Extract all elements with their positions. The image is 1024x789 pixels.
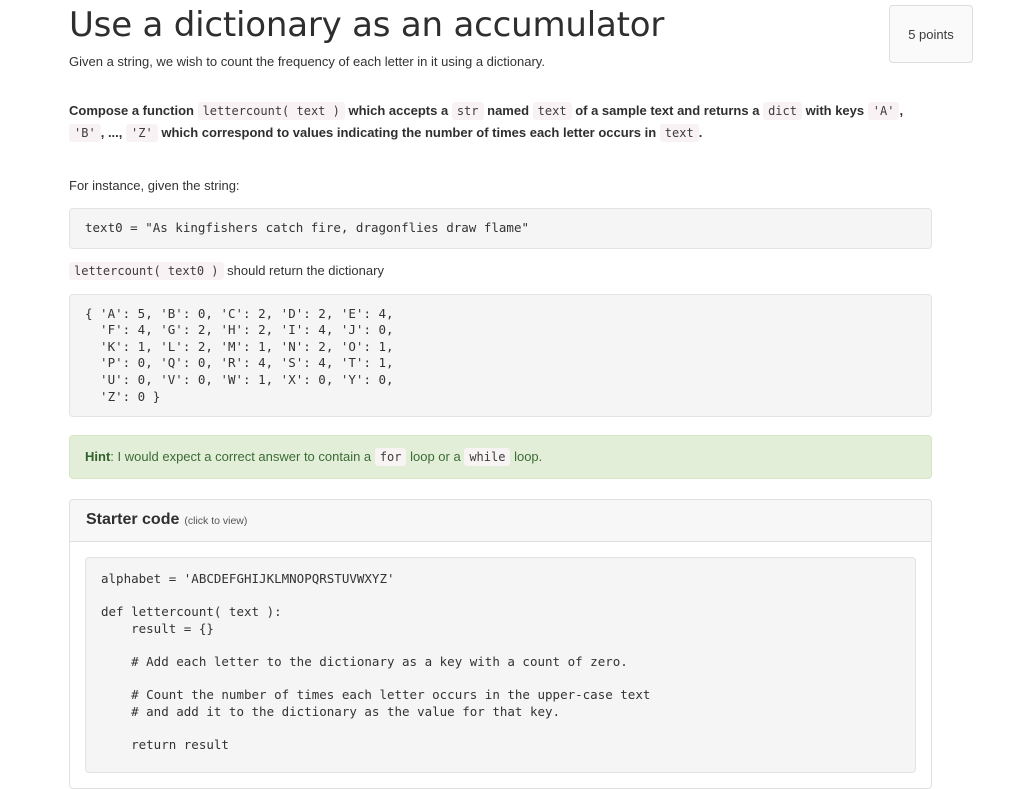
starter-code-panel-body: alphabet = 'ABCDEFGHIJKLMNOPQRSTUVWXYZ' … (70, 542, 931, 788)
statement-text-6: which correspond to values indicating th… (161, 125, 657, 140)
statement-text-2: which accepts a (348, 103, 449, 118)
dictionary-output-code-block: { 'A': 5, 'B': 0, 'C': 2, 'D': 2, 'E': 4… (69, 293, 932, 418)
inline-code-for: for (374, 448, 407, 467)
hint-text-3: loop. (514, 449, 543, 465)
problem-statement: Compose a function lettercount( text ) w… (69, 100, 932, 144)
inline-code-dict: dict (763, 102, 802, 120)
starter-code-block: alphabet = 'ABCDEFGHIJKLMNOPQRSTUVWXYZ' … (85, 557, 916, 773)
inline-code-text-2: text (659, 124, 699, 142)
statement-text-1: Compose a function (69, 103, 194, 118)
starter-code-panel-header[interactable]: Starter code (click to view) (70, 500, 931, 543)
inline-code-key-a: 'A' (867, 102, 900, 120)
hint-text-2: loop or a (410, 449, 461, 465)
for-instance-text: For instance, given the string: (69, 178, 240, 193)
points-badge-label: 5 points (908, 26, 954, 42)
statement-comma-1: , (899, 103, 904, 118)
sample-string-code-block: text0 = "As kingfishers catch fire, drag… (69, 208, 932, 249)
inline-code-text: text (532, 102, 572, 120)
hint-box: Hint: I would expect a correct answer to… (69, 435, 932, 480)
statement-text-4: of a sample text and returns a (575, 103, 760, 118)
statement-text-5: with keys (805, 103, 865, 118)
points-badge: 5 points (889, 5, 973, 63)
should-return-text: should return the dictionary (227, 262, 384, 278)
page-header: Use a dictionary as an accumulator Given… (69, 0, 973, 71)
hint-colon: : (110, 449, 114, 465)
should-return-line: lettercount( text0 ) should return the d… (69, 261, 932, 281)
statement-period: . (698, 125, 703, 140)
page-title: Use a dictionary as an accumulator (69, 5, 665, 45)
inline-code-lettercount-call: lettercount( text0 ) (69, 261, 224, 280)
inline-code-key-z: 'Z' (126, 124, 158, 142)
starter-code-click-to-view-note: (click to view) (184, 515, 248, 528)
statement-text-3: named (487, 103, 530, 118)
inline-code-key-b: 'B' (69, 124, 101, 142)
problem-page: Use a dictionary as an accumulator Given… (0, 0, 1024, 789)
inline-code-str: str (451, 102, 484, 120)
inline-code-while: while (464, 448, 511, 467)
hint-text-1: I would expect a correct answer to conta… (117, 449, 372, 465)
page-subtitle: Given a string, we wish to count the fre… (69, 54, 545, 69)
starter-code-title: Starter code (86, 511, 180, 529)
statement-ellipsis: ..., (107, 125, 123, 140)
starter-code-panel: Starter code (click to view) alphabet = '… (69, 499, 932, 789)
inline-code-lettercount: lettercount( text ) (197, 102, 345, 120)
hint-label: Hint (85, 449, 111, 465)
statement-comma-2: , (100, 125, 105, 140)
